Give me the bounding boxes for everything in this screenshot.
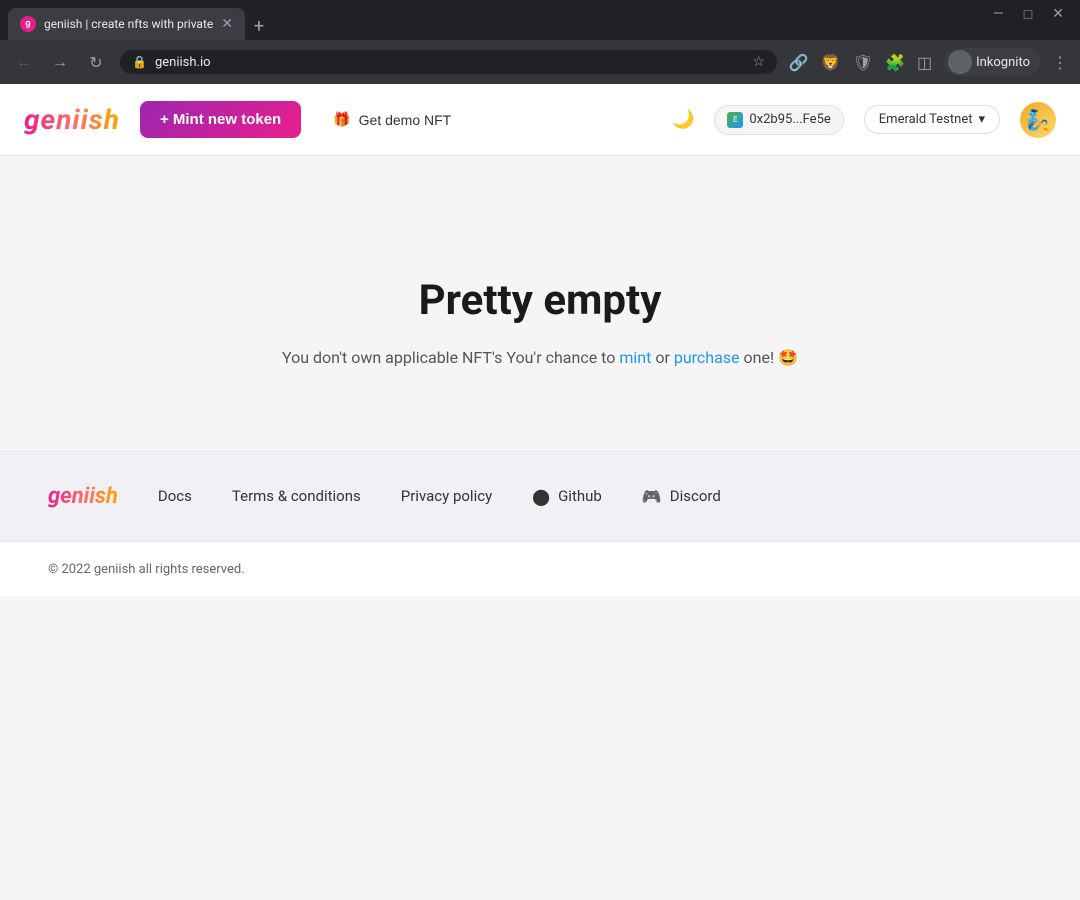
app-header: geniish + Mint new token 🎁 Get demo NFT … bbox=[0, 84, 1080, 156]
wallet-address-display[interactable]: E 0x2b95...Fe5e bbox=[714, 105, 843, 135]
app-logo: geniish bbox=[24, 103, 120, 136]
lock-icon: 🔒 bbox=[132, 55, 147, 69]
footer-link-discord[interactable]: 🎮 Discord bbox=[642, 487, 721, 506]
brave-wallet-icon[interactable]: 🛡 bbox=[853, 53, 873, 72]
copyright-text: © 2022 geniish all rights reserved. bbox=[48, 562, 245, 577]
mint-link[interactable]: mint bbox=[619, 348, 651, 367]
dark-mode-toggle[interactable]: 🌙 bbox=[672, 109, 694, 130]
footer-discord-label: Discord bbox=[670, 487, 721, 505]
avatar-emoji: 🧞 bbox=[1026, 108, 1051, 132]
address-bar-row: ← → ↻ 🔒 geniish.io ☆ 🔗 🦁 🛡 🧩 ◫ Inkognito… bbox=[0, 40, 1080, 84]
extensions-puzzle-icon[interactable]: 🧩 bbox=[885, 53, 905, 72]
browser-chrome: g geniish | create nfts with private ✕ +… bbox=[0, 0, 1080, 84]
footer-link-terms[interactable]: Terms & conditions bbox=[232, 487, 361, 505]
gift-icon: 🎁 bbox=[333, 111, 350, 128]
minimize-button[interactable]: — bbox=[993, 6, 1004, 23]
get-demo-label: Get demo NFT bbox=[359, 112, 452, 128]
footer-terms-label: Terms & conditions bbox=[232, 487, 361, 505]
wallet-icon: E bbox=[727, 112, 743, 128]
app-container: geniish + Mint new token 🎁 Get demo NFT … bbox=[0, 84, 1080, 900]
footer-link-privacy[interactable]: Privacy policy bbox=[401, 487, 492, 505]
tab-title: geniish | create nfts with private bbox=[44, 17, 213, 31]
footer-link-github[interactable]: ⬤ Github bbox=[532, 487, 602, 506]
github-icon: ⬤ bbox=[532, 487, 550, 506]
new-tab-button[interactable]: + bbox=[245, 12, 273, 40]
empty-state-description: You don't own applicable NFT's You'r cha… bbox=[282, 345, 798, 371]
desc-middle: or bbox=[651, 348, 673, 367]
url-text: geniish.io bbox=[155, 55, 211, 70]
app-footer: geniish Docs Terms & conditions Privacy … bbox=[0, 451, 1080, 541]
profile-button[interactable]: Inkognito bbox=[944, 48, 1040, 76]
mint-new-token-button[interactable]: + Mint new token bbox=[140, 101, 301, 138]
reload-button[interactable]: ↻ bbox=[84, 53, 108, 72]
extensions-icon[interactable]: 🔗 bbox=[789, 53, 809, 72]
sidebar-icon[interactable]: ◫ bbox=[917, 53, 932, 72]
close-window-button[interactable]: ✕ bbox=[1052, 6, 1064, 23]
discord-icon: 🎮 bbox=[642, 487, 662, 506]
forward-button[interactable]: → bbox=[48, 52, 72, 72]
back-button[interactable]: ← bbox=[12, 52, 36, 72]
toolbar-icons: 🔗 🦁 🛡 🧩 ◫ Inkognito ⋮ bbox=[789, 48, 1068, 76]
footer-link-docs[interactable]: Docs bbox=[158, 487, 192, 505]
active-tab[interactable]: g geniish | create nfts with private ✕ bbox=[8, 8, 245, 40]
empty-state-title: Pretty empty bbox=[419, 276, 662, 325]
menu-button[interactable]: ⋮ bbox=[1052, 53, 1068, 72]
tab-close-button[interactable]: ✕ bbox=[221, 16, 233, 32]
footer-logo: geniish bbox=[48, 484, 118, 509]
footer-privacy-label: Privacy policy bbox=[401, 487, 492, 505]
main-content: Pretty empty You don't own applicable NF… bbox=[0, 156, 1080, 451]
address-bar[interactable]: 🔒 geniish.io ☆ bbox=[120, 50, 777, 74]
profile-avatar bbox=[948, 50, 972, 74]
network-selector[interactable]: Emerald Testnet ▾ bbox=[864, 105, 1000, 134]
brave-rewards-icon[interactable]: 🦁 bbox=[821, 53, 841, 72]
maximize-button[interactable]: □ bbox=[1024, 6, 1032, 23]
wallet-address-text: 0x2b95...Fe5e bbox=[749, 112, 830, 127]
bookmark-icon[interactable]: ☆ bbox=[752, 54, 765, 70]
footer-github-label: Github bbox=[558, 487, 602, 505]
network-name: Emerald Testnet bbox=[879, 112, 973, 127]
chevron-down-icon: ▾ bbox=[978, 112, 985, 127]
user-avatar[interactable]: 🧞 bbox=[1020, 102, 1056, 138]
purchase-link[interactable]: purchase bbox=[674, 348, 740, 367]
copyright-bar: © 2022 geniish all rights reserved. bbox=[0, 541, 1080, 597]
desc-prefix: You don't own applicable NFT's You'r cha… bbox=[282, 348, 619, 367]
get-demo-nft-button[interactable]: 🎁 Get demo NFT bbox=[321, 103, 463, 136]
footer-docs-label: Docs bbox=[158, 487, 192, 505]
tab-favicon: g bbox=[20, 16, 36, 32]
desc-suffix: one! 🤩 bbox=[740, 348, 798, 367]
profile-name: Inkognito bbox=[976, 55, 1030, 70]
footer-nav: Docs Terms & conditions Privacy policy ⬤… bbox=[158, 487, 721, 506]
tab-bar: g geniish | create nfts with private ✕ +… bbox=[0, 0, 1080, 40]
